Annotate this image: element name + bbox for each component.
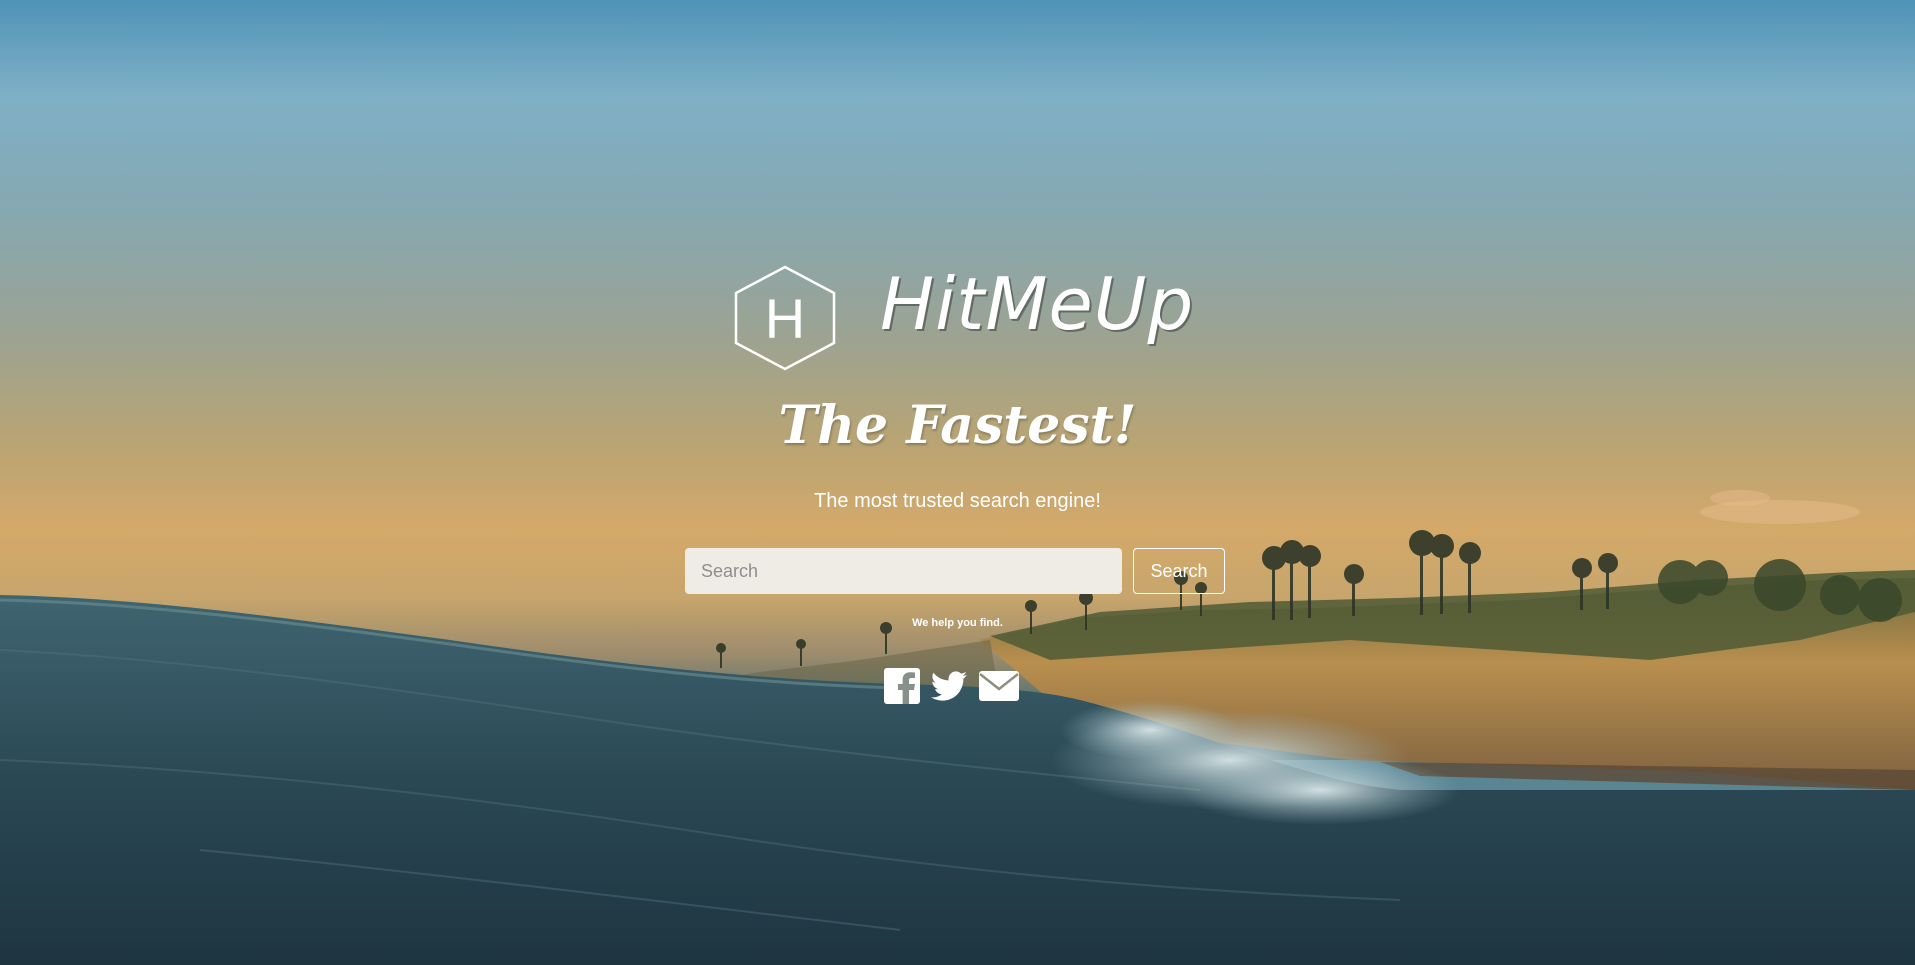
hero-background: H HitMeUp The Fastest! The most trusted …: [0, 0, 1915, 965]
hero-subtitle: The most trusted search engine!: [814, 490, 1101, 512]
social-links: [880, 668, 1030, 708]
search-button[interactable]: Search: [1133, 548, 1225, 594]
hero-tagline: The Fastest!: [778, 395, 1137, 456]
facebook-link[interactable]: [884, 668, 920, 706]
envelope-icon: [979, 671, 1019, 701]
hero-content: H HitMeUp The Fastest! The most trusted …: [0, 0, 1915, 965]
hexagon-logo-icon: H: [734, 265, 836, 371]
search-form: Search: [685, 548, 1225, 594]
help-text: We help you find.: [912, 617, 1003, 629]
logo-letter: H: [765, 287, 805, 350]
brand-logo[interactable]: H HitMeUp: [730, 262, 1193, 372]
facebook-icon: [884, 668, 920, 704]
email-link[interactable]: [978, 668, 1020, 706]
brand-name: HitMeUp: [880, 262, 1195, 346]
twitter-icon: [931, 671, 967, 701]
twitter-link[interactable]: [930, 668, 968, 706]
search-input[interactable]: [685, 548, 1122, 594]
